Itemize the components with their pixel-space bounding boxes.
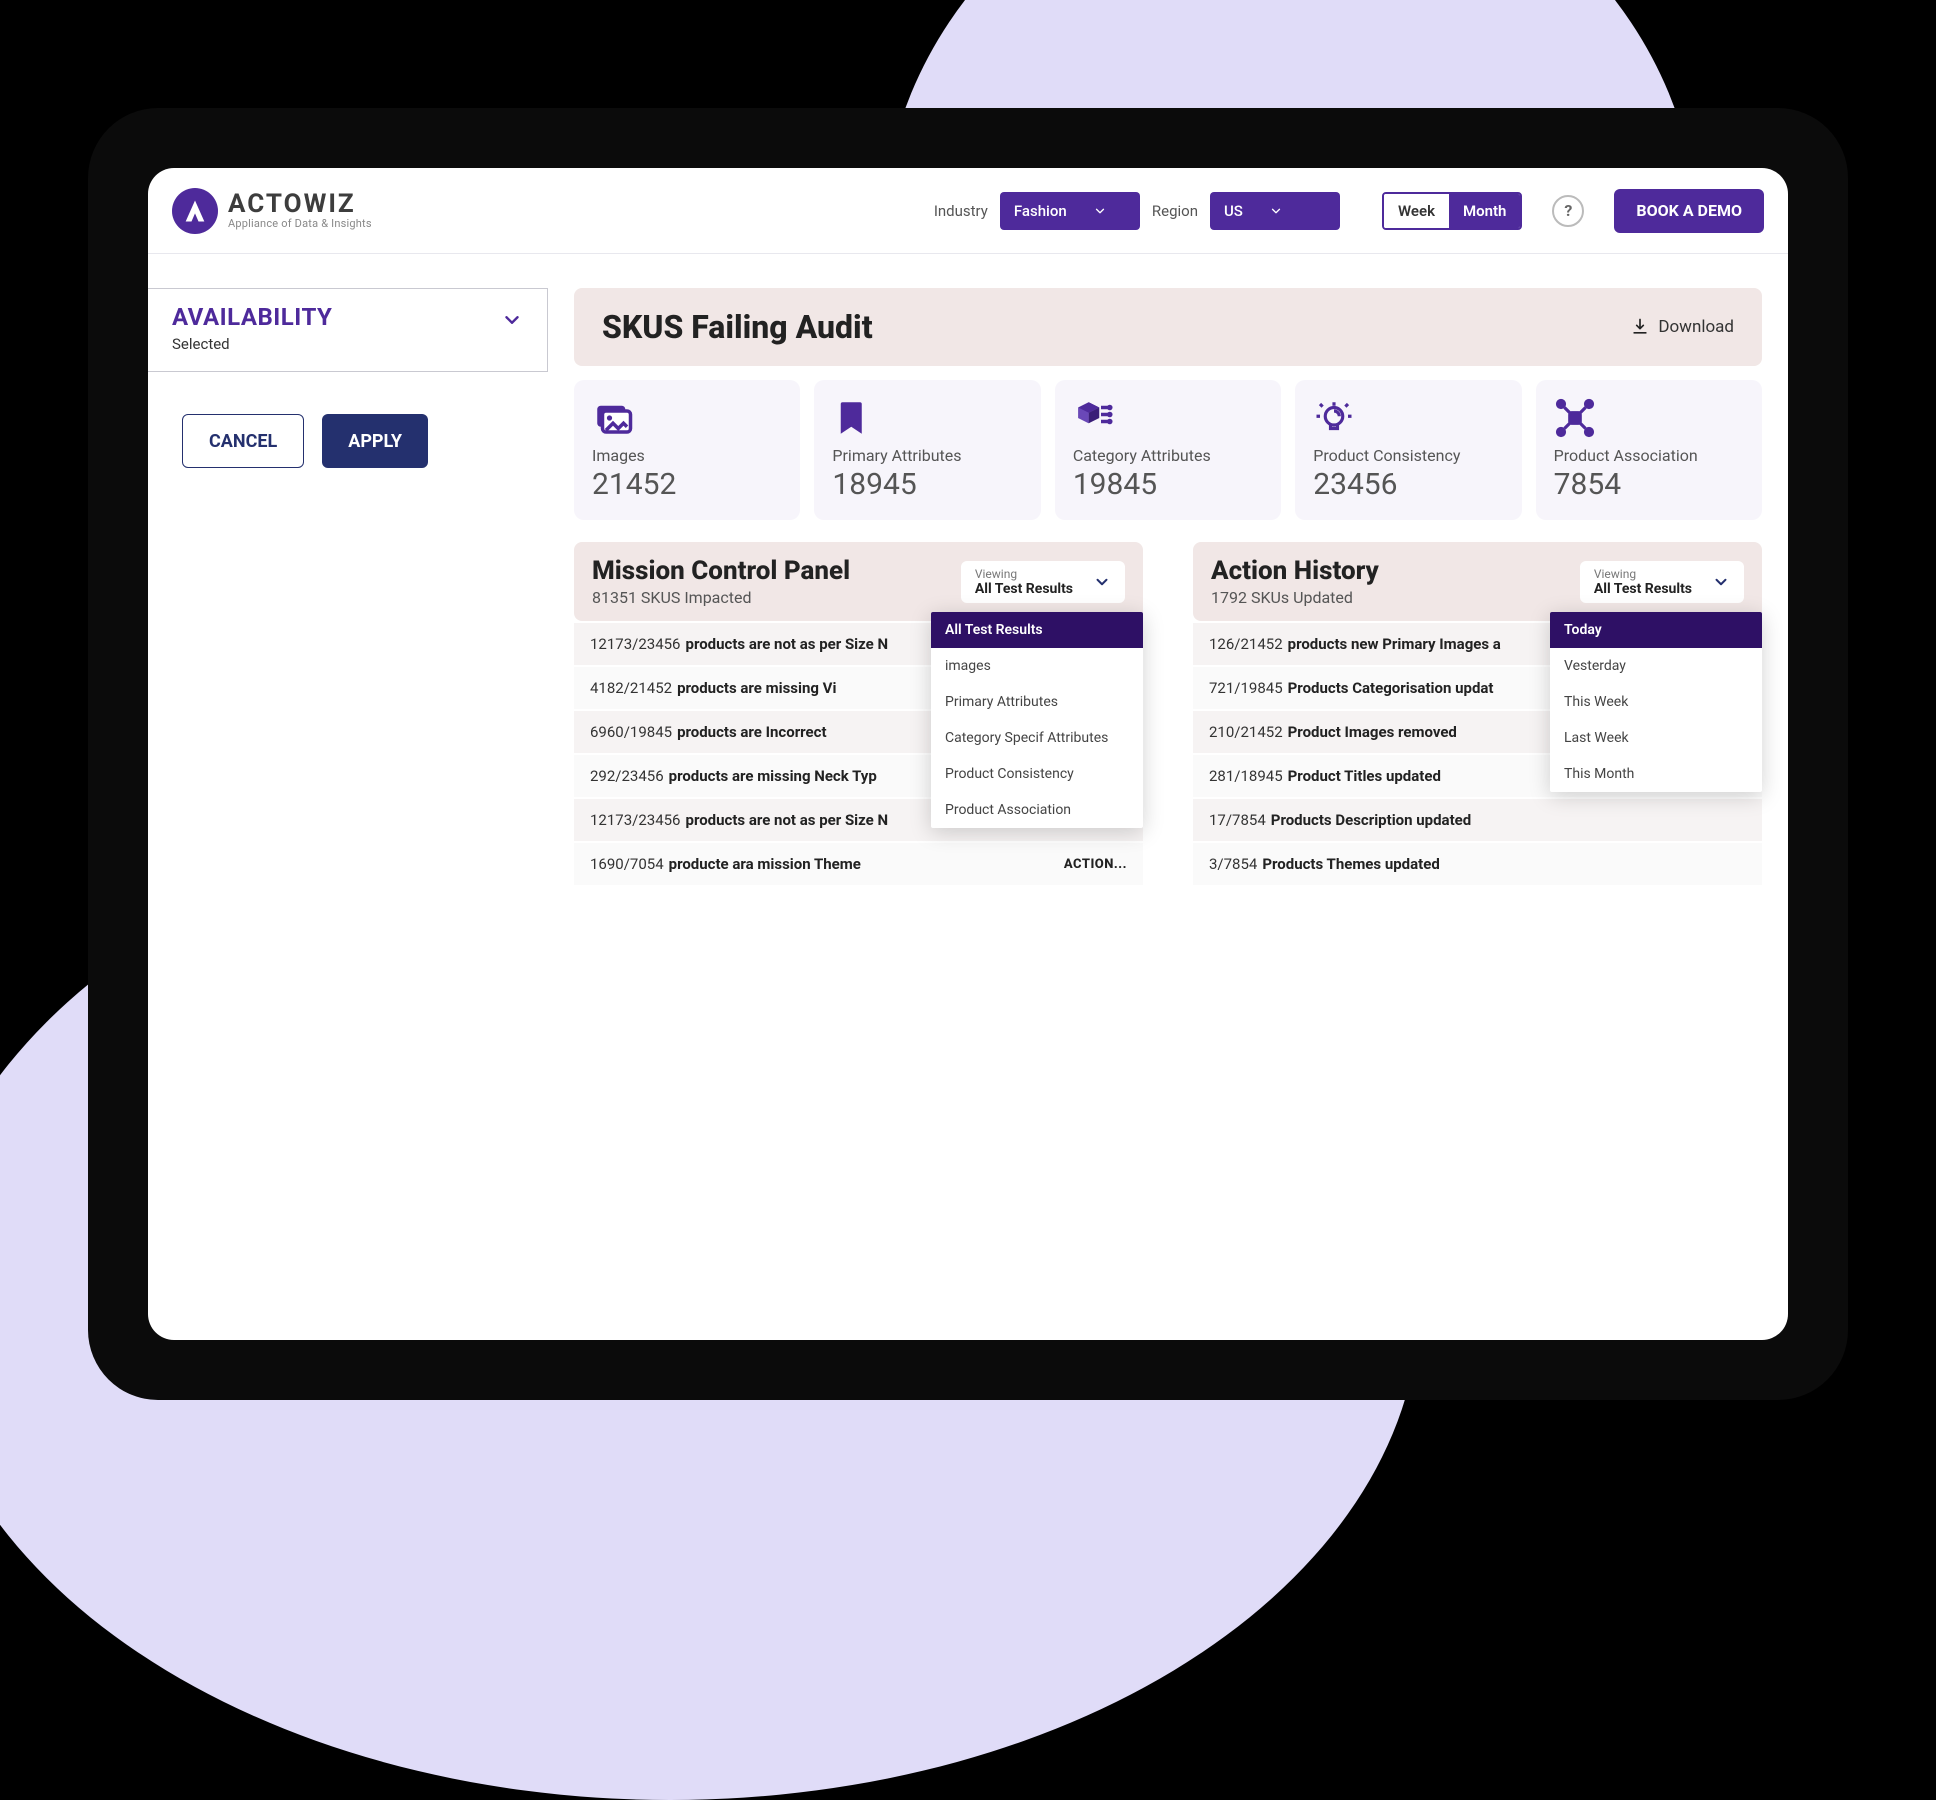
dropdown-item[interactable]: Today [1550,612,1762,648]
network-icon [1554,396,1744,440]
region-value: US [1224,202,1243,220]
dropdown-item[interactable]: Product Consistency [931,756,1143,792]
list-item[interactable]: 1690/7054producte ara mission ThemeACTIO… [574,841,1143,885]
history-viewing-dropdown: Today Vesterday This Week Last Week This… [1550,612,1762,792]
header: ACTOWIZ Appliance of Data & Insights Ind… [148,168,1788,254]
apply-button[interactable]: APPLY [322,414,428,468]
download-label: Download [1658,317,1734,337]
mission-viewing-dropdown: All Test Results images Primary Attribut… [931,612,1143,828]
chevron-down-icon [1093,204,1107,218]
viewing-value: All Test Results [975,581,1073,597]
history-viewing-select[interactable]: Viewing All Test Results [1580,561,1744,603]
stat-value: 18945 [832,467,1022,502]
stat-label: Primary Attributes [832,446,1022,465]
stat-images[interactable]: Images 21452 [574,380,800,520]
book-demo-button[interactable]: BOOK A DEMO [1614,189,1764,233]
download-button[interactable]: Download [1630,317,1734,337]
header-filters: Industry Fashion Region US Week Month ? … [934,189,1764,233]
screen: ACTOWIZ Appliance of Data & Insights Ind… [148,168,1788,1340]
viewing-label: Viewing [975,567,1017,581]
images-icon [592,396,782,440]
panel-title: Mission Control Panel [592,556,850,586]
logo-mark [172,188,218,234]
sidebar-actions: CANCEL APPLY [148,414,548,468]
stat-value: 19845 [1073,467,1263,502]
dropdown-item[interactable]: Category Specif Attributes [931,720,1143,756]
industry-value: Fashion [1014,202,1067,220]
toggle-week[interactable]: Week [1384,194,1449,228]
brand-tagline: Appliance of Data & Insights [228,218,372,230]
stat-value: 23456 [1313,467,1503,502]
availability-card[interactable]: AVAILABILITY Selected [148,288,548,372]
download-icon [1630,317,1650,337]
viewing-value: All Test Results [1594,581,1692,597]
stat-value: 7854 [1554,467,1744,502]
region-select[interactable]: US [1210,192,1340,230]
help-button[interactable]: ? [1552,195,1584,227]
dropdown-item[interactable]: Last Week [1550,720,1762,756]
brand-name: ACTOWIZ [228,191,372,218]
industry-select[interactable]: Fashion [1000,192,1140,230]
list-item[interactable]: 3/7854Products Themes updated [1193,841,1762,885]
page-header: SKUS Failing Audit Download [574,288,1762,366]
stat-product-association[interactable]: Product Association 7854 [1536,380,1762,520]
panel-header: Mission Control Panel 81351 SKUS Impacte… [574,542,1143,621]
chevron-down-icon [1712,573,1730,591]
lightbulb-gear-icon [1313,396,1503,440]
dropdown-item[interactable]: Vesterday [1550,648,1762,684]
stats-row: Images 21452 Primary Attributes 18945 Ca… [574,380,1762,520]
toggle-month[interactable]: Month [1449,194,1520,228]
period-toggle: Week Month [1382,192,1522,230]
mission-viewing-select[interactable]: Viewing All Test Results [961,561,1125,603]
dropdown-item[interactable]: This Week [1550,684,1762,720]
logo-text: ACTOWIZ Appliance of Data & Insights [228,191,372,230]
stat-label: Category Attributes [1073,446,1263,465]
chevron-down-icon [501,309,523,331]
availability-subtitle: Selected [172,335,332,353]
panel-title: Action History [1211,556,1379,586]
dropdown-item[interactable]: Primary Attributes [931,684,1143,720]
viewing-label: Viewing [1594,567,1636,581]
brand-logo[interactable]: ACTOWIZ Appliance of Data & Insights [172,188,372,234]
stat-category-attributes[interactable]: Category Attributes 19845 [1055,380,1281,520]
dropdown-item[interactable]: This Month [1550,756,1762,792]
cancel-button[interactable]: CANCEL [182,414,304,468]
dropdown-item[interactable]: All Test Results [931,612,1143,648]
stat-label: Product Consistency [1313,446,1503,465]
action-history-panel: Action History 1792 SKUs Updated Viewing… [1193,542,1762,885]
chevron-down-icon [1093,573,1111,591]
chevron-down-icon [1269,204,1283,218]
industry-label: Industry [934,202,988,220]
category-icon [1073,396,1263,440]
availability-title: AVAILABILITY [172,303,332,331]
stat-value: 21452 [592,467,782,502]
stat-label: Product Association [1554,446,1744,465]
panel-subtitle: 1792 SKUs Updated [1211,588,1379,607]
panels: Mission Control Panel 81351 SKUS Impacte… [574,542,1762,885]
stat-primary-attributes[interactable]: Primary Attributes 18945 [814,380,1040,520]
stat-product-consistency[interactable]: Product Consistency 23456 [1295,380,1521,520]
panel-header: Action History 1792 SKUs Updated Viewing… [1193,542,1762,621]
bookmark-icon [832,396,1022,440]
main: SKUS Failing Audit Download Images 21452 [548,254,1788,1340]
panel-subtitle: 81351 SKUS Impacted [592,588,850,607]
dropdown-item[interactable]: Product Association [931,792,1143,828]
page-title: SKUS Failing Audit [602,308,873,346]
action-link[interactable]: ACTION... [1064,857,1127,872]
sidebar: AVAILABILITY Selected CANCEL APPLY [148,254,548,1340]
body: AVAILABILITY Selected CANCEL APPLY SKUS … [148,254,1788,1340]
tablet-frame: ACTOWIZ Appliance of Data & Insights Ind… [88,108,1848,1400]
list-item[interactable]: 17/7854Products Description updated [1193,797,1762,841]
mission-control-panel: Mission Control Panel 81351 SKUS Impacte… [574,542,1143,885]
region-label: Region [1152,202,1198,220]
stat-label: Images [592,446,782,465]
dropdown-item[interactable]: images [931,648,1143,684]
